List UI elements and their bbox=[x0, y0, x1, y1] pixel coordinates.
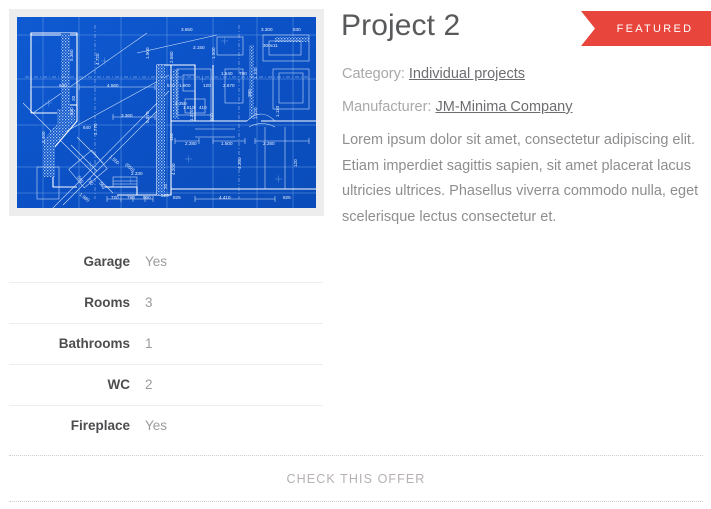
category-row: Category: Individual projects bbox=[342, 64, 525, 84]
spec-label: WC bbox=[9, 363, 144, 405]
svg-text:1.370: 1.370 bbox=[189, 109, 194, 121]
svg-text:300x11: 300x11 bbox=[263, 43, 278, 48]
svg-text:2.580: 2.580 bbox=[169, 51, 174, 63]
spec-label: Fireplace bbox=[9, 404, 144, 446]
table-row: Garage Yes bbox=[9, 241, 323, 282]
svg-text:3.360: 3.360 bbox=[121, 113, 133, 118]
svg-text:4.720: 4.720 bbox=[95, 53, 100, 65]
product-image-frame: .ln { stroke:#dbe9fb; stroke-width:.55; … bbox=[9, 9, 324, 216]
featured-badge-label: FEATURED bbox=[616, 22, 694, 35]
svg-text:1.540: 1.540 bbox=[221, 71, 233, 76]
svg-text:2.400: 2.400 bbox=[41, 131, 46, 143]
svg-text:790: 790 bbox=[239, 71, 247, 76]
svg-text:825: 825 bbox=[173, 195, 181, 200]
table-row: Rooms 3 bbox=[9, 281, 323, 323]
svg-text:640: 640 bbox=[83, 125, 91, 130]
category-link[interactable]: Individual projects bbox=[409, 66, 525, 82]
svg-text:3.300: 3.300 bbox=[261, 27, 273, 32]
svg-text:1.900: 1.900 bbox=[145, 47, 150, 59]
svg-text:640: 640 bbox=[59, 83, 67, 88]
table-row: Fireplace Yes bbox=[9, 404, 323, 446]
svg-text:4.200: 4.200 bbox=[237, 157, 242, 169]
category-label: Category: bbox=[342, 66, 405, 82]
svg-text:120: 120 bbox=[293, 159, 298, 167]
svg-text:1.510: 1.510 bbox=[183, 105, 195, 110]
spec-label: Garage bbox=[83, 253, 130, 269]
svg-text:1.110: 1.110 bbox=[275, 105, 280, 117]
spec-value: 2 bbox=[144, 363, 323, 405]
svg-text:2.770: 2.770 bbox=[93, 123, 98, 135]
page-title: Project 2 bbox=[341, 9, 461, 42]
blueprint-illustration: .ln { stroke:#dbe9fb; stroke-width:.55; … bbox=[17, 17, 316, 208]
svg-text:2.280: 2.280 bbox=[185, 141, 197, 146]
svg-text:380: 380 bbox=[247, 89, 252, 97]
svg-text:3.650: 3.650 bbox=[181, 27, 193, 32]
check-offer-link[interactable]: CHECK THIS OFFER bbox=[287, 472, 426, 486]
offer-bar: CHECK THIS OFFER bbox=[9, 455, 703, 502]
svg-text:4.410: 4.410 bbox=[219, 195, 231, 200]
svg-text:120: 120 bbox=[203, 83, 211, 88]
svg-text:4.200: 4.200 bbox=[171, 163, 176, 175]
svg-text:120: 120 bbox=[169, 133, 174, 141]
table-row: Bathrooms 1 bbox=[9, 322, 323, 364]
svg-text:1.320: 1.320 bbox=[253, 107, 258, 119]
svg-text:520: 520 bbox=[69, 107, 74, 115]
manufacturer-label: Manufacturer: bbox=[342, 99, 432, 115]
svg-text:1.500: 1.500 bbox=[211, 47, 216, 59]
specifications-table-body: Garage Yes Rooms 3 Bathrooms 1 WC 2 Fire… bbox=[9, 241, 323, 446]
product-image[interactable]: .ln { stroke:#dbe9fb; stroke-width:.55; … bbox=[17, 17, 316, 208]
product-description: Lorem ipsum dolor sit amet, consectetur … bbox=[342, 132, 699, 225]
specifications-table: Garage Yes Rooms 3 Bathrooms 1 WC 2 Fire… bbox=[9, 241, 323, 446]
svg-text:3.150: 3.150 bbox=[193, 45, 205, 50]
svg-text:410: 410 bbox=[199, 105, 207, 110]
featured-badge: FEATURED bbox=[581, 11, 711, 46]
svg-text:825: 825 bbox=[283, 195, 291, 200]
svg-text:1.800: 1.800 bbox=[179, 83, 191, 88]
manufacturer-link[interactable]: JM-Minima Company bbox=[436, 99, 573, 115]
spec-label: Bathrooms bbox=[9, 322, 144, 364]
svg-text:20: 20 bbox=[71, 95, 76, 101]
svg-text:2.670: 2.670 bbox=[223, 83, 235, 88]
svg-text:960: 960 bbox=[143, 195, 151, 200]
svg-text:20: 20 bbox=[163, 183, 168, 189]
svg-text:1.100: 1.100 bbox=[253, 67, 258, 79]
svg-text:900: 900 bbox=[209, 113, 214, 121]
svg-text:510: 510 bbox=[167, 83, 175, 88]
svg-text:1.500: 1.500 bbox=[221, 141, 233, 146]
spec-value: Yes bbox=[144, 404, 323, 446]
svg-text:720: 720 bbox=[111, 195, 119, 200]
svg-text:5.360: 5.360 bbox=[69, 49, 74, 61]
spec-value: Yes bbox=[145, 253, 168, 269]
svg-text:2.280: 2.280 bbox=[263, 141, 275, 146]
product-detail-pane: Project 2 FEATURED Category: Individual … bbox=[341, 0, 711, 509]
svg-text:4.560: 4.560 bbox=[107, 83, 119, 88]
spec-label: Rooms bbox=[9, 281, 144, 323]
table-row: WC 2 bbox=[9, 363, 323, 405]
spec-value: 3 bbox=[144, 281, 323, 323]
svg-text:2.330: 2.330 bbox=[131, 171, 143, 176]
manufacturer-row: Manufacturer: JM-Minima Company bbox=[342, 97, 572, 117]
spec-value: 1 bbox=[144, 322, 323, 364]
svg-text:630: 630 bbox=[293, 27, 301, 32]
svg-text:520: 520 bbox=[161, 193, 169, 198]
svg-text:5.570: 5.570 bbox=[145, 111, 150, 123]
svg-text:790: 790 bbox=[127, 195, 135, 200]
